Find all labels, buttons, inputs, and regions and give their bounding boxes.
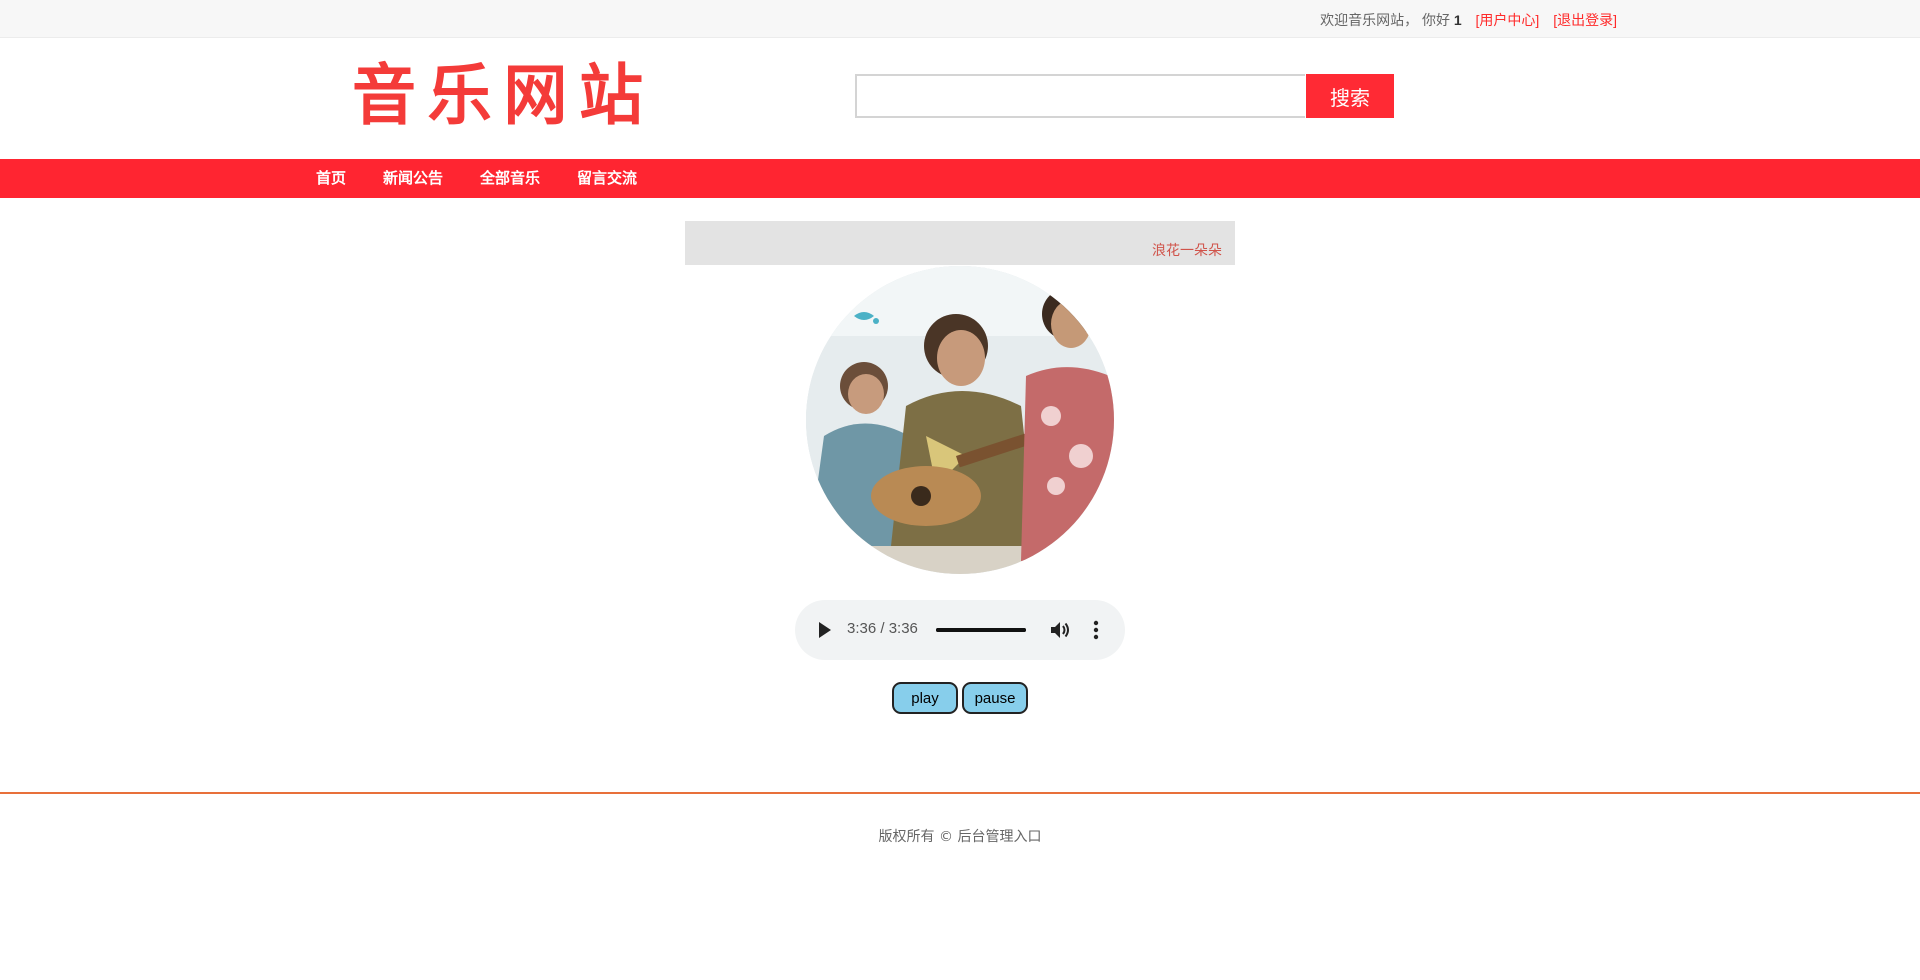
play-icon[interactable] [819, 622, 831, 638]
top-bar: 欢迎音乐网站， 你好 1 [用户中心] [退出登录] [0, 0, 1920, 38]
nav-item-all-music[interactable]: 全部音乐 [480, 159, 540, 198]
user-center-link[interactable]: [用户中心] [1476, 12, 1540, 28]
song-header: 浪花一朵朵 [685, 221, 1235, 265]
more-options-icon[interactable] [1093, 619, 1099, 641]
welcome-text: 欢迎音乐网站， 你好 [1320, 12, 1450, 28]
nav-list: 首页 新闻公告 全部音乐 留言交流 [316, 159, 674, 198]
main-nav: 首页 新闻公告 全部音乐 留言交流 [0, 159, 1920, 198]
play-button[interactable]: play [892, 682, 958, 714]
nav-item-news[interactable]: 新闻公告 [383, 159, 443, 198]
progress-bar[interactable] [936, 628, 1026, 632]
album-cover [806, 266, 1114, 574]
album-cover-illustration [806, 266, 1114, 574]
audio-player: 3:36 / 3:36 [795, 600, 1125, 660]
nav-item-home[interactable]: 首页 [316, 159, 346, 198]
pause-button[interactable]: pause [962, 682, 1028, 714]
progress-fill [936, 628, 1026, 632]
volume-icon[interactable] [1049, 619, 1071, 641]
footer-copyright[interactable]: 版权所有 © 后台管理入口 [0, 826, 1920, 846]
nav-item-messages[interactable]: 留言交流 [577, 159, 637, 198]
logout-link[interactable]: [退出登录] [1553, 12, 1617, 28]
footer-divider [0, 792, 1920, 794]
search-input[interactable] [855, 74, 1305, 118]
site-logo[interactable]: 音乐网站 [352, 58, 655, 133]
username: 1 [1453, 12, 1462, 28]
time-display: 3:36 / 3:36 [847, 620, 918, 637]
user-status: 欢迎音乐网站， 你好 1 [用户中心] [退出登录] [1320, 10, 1617, 30]
search-button[interactable]: 搜索 [1306, 74, 1394, 118]
song-title: 浪花一朵朵 [1152, 243, 1222, 259]
